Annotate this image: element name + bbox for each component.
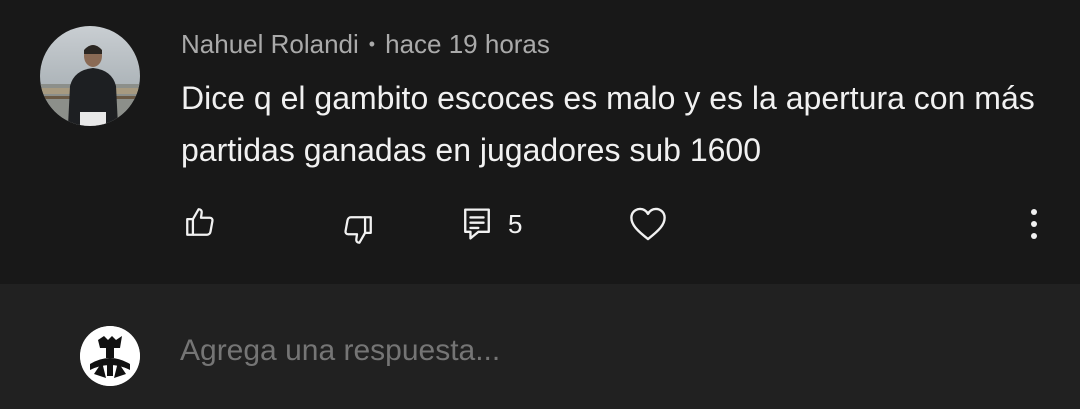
reply-bar	[0, 284, 1080, 409]
more-vertical-icon	[1031, 209, 1037, 239]
comment-thread: Nahuel Rolandi • hace 19 horas Dice q el…	[0, 0, 1080, 409]
thumbs-down-icon	[344, 216, 372, 244]
comment-meta: Nahuel Rolandi • hace 19 horas	[181, 27, 550, 61]
reply-icon	[464, 208, 490, 240]
meta-separator: •	[368, 33, 376, 54]
reply-button[interactable]: 5	[462, 204, 522, 244]
comment-timestamp[interactable]: hace 19 horas	[385, 29, 550, 60]
reply-count: 5	[508, 208, 523, 239]
reply-input[interactable]	[180, 334, 1040, 368]
thumbs-up-icon	[186, 208, 214, 236]
comment-actions: 5	[0, 196, 1080, 252]
heart-button[interactable]	[628, 204, 668, 244]
comment-text: Dice q el gambito escoces es malo y es l…	[181, 80, 1035, 168]
comment: Nahuel Rolandi • hace 19 horas Dice q el…	[0, 0, 1080, 284]
author-name[interactable]: Nahuel Rolandi	[181, 29, 359, 60]
more-options-button[interactable]	[1018, 204, 1050, 244]
author-avatar[interactable]	[40, 26, 140, 126]
heart-icon	[630, 207, 666, 241]
like-button[interactable]	[180, 202, 220, 242]
user-avatar	[80, 326, 140, 386]
dislike-button[interactable]	[338, 210, 378, 250]
